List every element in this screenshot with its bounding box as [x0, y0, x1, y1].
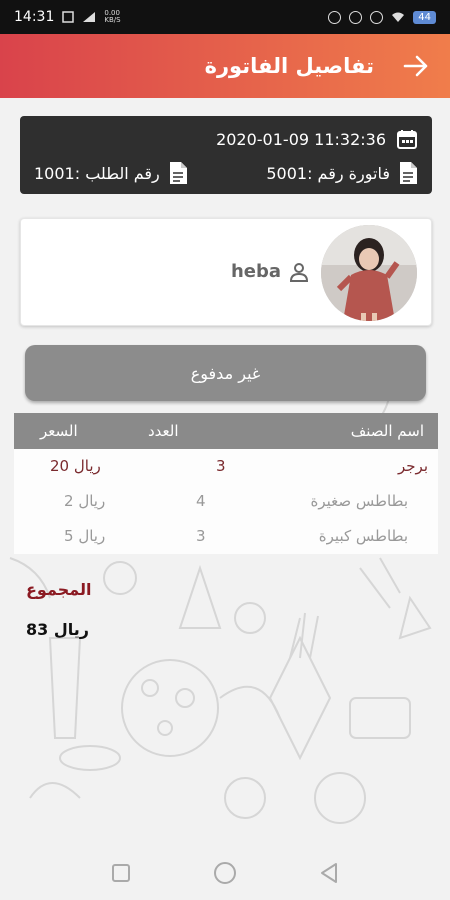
table-row: بطاطس كبيرة 3 5 ريال	[14, 519, 438, 554]
notification-icon	[62, 11, 75, 23]
header-quantity: العدد	[148, 422, 179, 440]
payment-status-button[interactable]: غير مدفوع	[25, 345, 426, 401]
avatar-photo	[321, 225, 417, 321]
nfc-icon	[328, 10, 342, 24]
row-price: 2 ريال	[64, 492, 106, 510]
invoice-number-item: فاتورة رقم :5001	[266, 161, 418, 185]
table-row: بطاطس صغيرة 4 2 ريال	[14, 484, 438, 519]
total-label: المجموع	[26, 580, 92, 599]
avatar	[321, 225, 417, 321]
invoice-info-box: 2020-01-09 11:32:36 رقم الطلب :1001 فاتو…	[20, 116, 432, 194]
system-nav-bar	[0, 846, 450, 900]
header-price: السعر	[40, 422, 78, 440]
invoice-number: فاتورة رقم :5001	[266, 163, 390, 183]
order-number: رقم الطلب :1001	[34, 163, 160, 183]
signal-icon	[83, 12, 96, 22]
arrow-right-icon	[403, 55, 428, 77]
wifi-icon	[392, 12, 405, 22]
row-price: 20 ريال	[50, 457, 101, 475]
items-table: اسم الصنف العدد السعر برجر 3 20 ريال بطا…	[14, 413, 438, 554]
customer-card: heba	[20, 218, 432, 326]
battery-indicator: 44	[413, 10, 436, 24]
alarm-icon	[370, 10, 384, 24]
row-item-name: برجر	[398, 457, 428, 475]
vibrate-icon	[349, 10, 363, 24]
header-item-name: اسم الصنف	[350, 422, 424, 440]
row-item-name: بطاطس كبيرة	[318, 527, 408, 545]
status-bar: 14:31 0.00 KB/S 44	[0, 0, 450, 34]
total-value: 83 ريال	[26, 620, 89, 639]
person-icon	[289, 262, 309, 282]
back-triangle-icon[interactable]	[319, 862, 339, 884]
page-title: تفاصيل الفاتورة	[204, 54, 374, 78]
row-quantity: 4	[196, 492, 206, 510]
table-row: برجر 3 20 ريال	[14, 449, 438, 484]
customer-info: heba	[231, 261, 309, 282]
recents-square-icon[interactable]	[111, 863, 131, 883]
net-speed-unit: KB/S	[104, 16, 121, 24]
document-icon	[400, 162, 417, 184]
customer-name: heba	[230, 261, 281, 282]
app-header: تفاصيل الفاتورة	[0, 34, 450, 98]
order-number-item: رقم الطلب :1001	[34, 161, 188, 185]
home-circle-icon[interactable]	[213, 861, 237, 885]
invoice-content: 2020-01-09 11:32:36 رقم الطلب :1001 فاتو…	[0, 98, 450, 846]
row-quantity: 3	[216, 457, 226, 475]
status-time: 14:31	[14, 9, 55, 25]
payment-status-label: غير مدفوع	[190, 363, 261, 383]
document-icon	[169, 162, 187, 184]
invoice-datetime: 2020-01-09 11:32:36	[216, 129, 386, 149]
row-item-name: بطاطس صغيرة	[310, 492, 408, 510]
table-header: اسم الصنف العدد السعر	[14, 413, 438, 449]
calendar-icon	[397, 130, 417, 149]
row-quantity: 3	[196, 527, 206, 545]
row-price: 5 ريال	[64, 527, 106, 545]
back-button[interactable]	[398, 48, 434, 84]
